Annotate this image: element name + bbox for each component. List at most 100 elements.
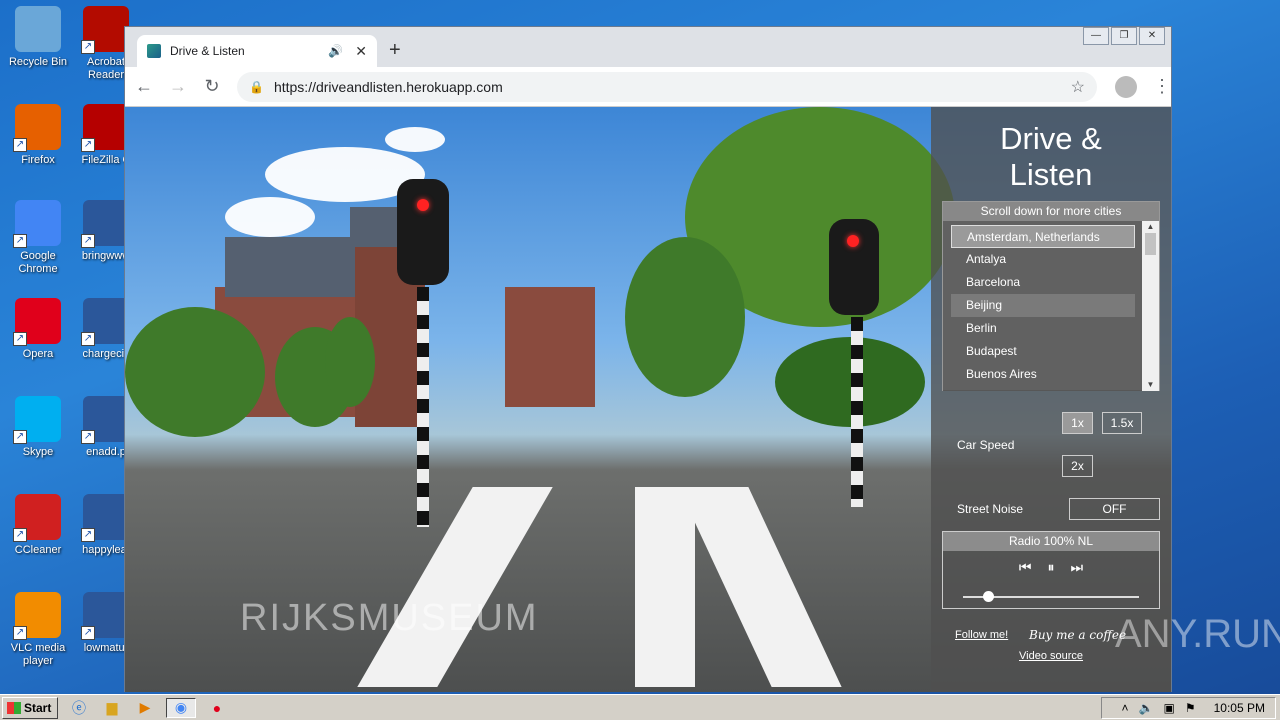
start-button[interactable]: Start [2,696,58,719]
media-player-icon[interactable]: ▶ [133,698,157,718]
follow-link[interactable]: Follow me! [955,629,1008,641]
volume-knob[interactable] [982,591,994,602]
app-icon: ↗ [13,396,61,444]
next-track-icon[interactable]: ⏭ [1071,559,1084,576]
desktop-icon[interactable]: ↗ CCleaner [0,494,76,557]
start-label: Start [24,700,52,715]
radio-player: Radio 100% NL ⏮ ⏸ ⏭ [942,531,1160,609]
radio-station-name: Radio 100% NL [943,532,1159,551]
desktop-icon-label: Google Chrome [18,250,58,275]
ie-icon[interactable]: ⓔ [67,698,91,718]
watermark-logo: ANY.RUN [1115,612,1280,656]
app-icon: ↗ [81,592,129,640]
city-item[interactable]: Berlin [951,317,1135,340]
city-item[interactable]: Barcelona [951,271,1135,294]
tab-close-icon[interactable]: ✕ [355,43,367,60]
city-scrollbar[interactable]: ▲ ▼ [1142,221,1159,391]
forward-icon[interactable]: → [163,76,193,97]
taskbar: Start ⓔ ▆ ▶ ◉ ● ˄ 🔈 ▣ ⚑ 10:05 PM [0,694,1280,720]
control-panel: Drive & Listen Scroll down for more citi… [931,107,1171,692]
city-list[interactable]: Amsterdam, Netherlands Antalya Barcelona Be… [943,221,1143,391]
opera-taskbar-icon[interactable]: ● [205,698,229,718]
tab-drive-and-listen[interactable]: Drive & Listen 🔊 ✕ [137,35,377,67]
desktop-icon[interactable]: ↗ Skype [0,396,76,459]
speed-1x-button[interactable]: 1x [1062,412,1093,434]
shortcut-arrow-icon: ↗ [81,626,95,640]
browser-window: Drive & Listen 🔊 ✕ + — ❐ ✕ ← → ↻ 🔒 https… [124,26,1172,692]
street-noise-label: Street Noise [957,502,1024,516]
app-icon: ↗ [13,494,61,542]
city-item[interactable]: Beijing [951,294,1135,317]
shortcut-arrow-icon: ↗ [13,528,27,542]
tray-expand-icon[interactable]: ˄ [1122,701,1129,715]
volume-tray-icon[interactable]: 🔈 [1139,701,1154,715]
back-icon[interactable]: ← [129,76,159,97]
chrome-taskbar-icon[interactable]: ◉ [166,697,196,718]
desktop-icon[interactable]: ↗ Google Chrome [0,200,76,276]
video-source-link[interactable]: Video source [1019,650,1083,662]
explorer-folder-icon[interactable]: ▆ [100,698,124,718]
city-item[interactable]: Budapest [951,340,1135,363]
app-icon: ↗ [81,200,129,248]
pause-icon[interactable]: ⏸ [1048,559,1055,576]
scroll-thumb[interactable] [1145,233,1156,255]
speed-2x-button[interactable]: 2x [1062,455,1093,477]
lock-icon[interactable]: 🔒 [249,80,264,94]
street-noise-toggle[interactable]: OFF [1069,498,1160,520]
city-item[interactable]: Antalya [951,248,1135,271]
network-tray-icon[interactable]: ▣ [1164,701,1175,715]
bookmark-star-icon[interactable]: ☆ [1071,77,1085,97]
shortcut-arrow-icon: ↗ [13,332,27,346]
shortcut-arrow-icon: ↗ [81,234,95,248]
app-icon: ↗ [13,104,61,152]
title-line-1: Drive & [1000,121,1102,156]
app-icon: ↗ [13,592,61,640]
scroll-up-icon[interactable]: ▲ [1142,222,1159,231]
audio-playing-icon[interactable]: 🔊 [328,44,343,58]
new-tab-button[interactable]: + [389,39,401,62]
shortcut-arrow-icon: ↗ [81,430,95,444]
address-bar[interactable]: 🔒 https://driveandlisten.herokuapp.com ☆ [237,71,1097,102]
city-item[interactable]: Amsterdam, Netherlands [951,225,1135,248]
close-window-button[interactable]: ✕ [1139,27,1165,45]
city-selector[interactable]: Scroll down for more cities Amsterdam, N… [942,201,1160,391]
desktop-icon-label: Recycle Bin [8,56,68,68]
buy-coffee-link[interactable]: Buy me a coffee [1029,628,1126,642]
shortcut-arrow-icon: ↗ [13,138,27,152]
desktop-icon-label: Opera [22,348,54,360]
speed-1-5x-button[interactable]: 1.5x [1102,412,1142,434]
shortcut-arrow-icon: ↗ [81,138,95,152]
car-speed-label: Car Speed [957,438,1015,452]
city-item[interactable]: Buenos Aires [951,363,1135,386]
browser-toolbar: ← → ↻ 🔒 https://driveandlisten.herokuapp… [125,67,1171,107]
system-tray: ˄ 🔈 ▣ ⚑ 10:05 PM [1100,696,1276,719]
shortcut-arrow-icon: ↗ [13,234,27,248]
clock[interactable]: 10:05 PM [1214,701,1265,715]
scroll-down-icon[interactable]: ▼ [1142,380,1159,389]
profile-avatar-icon[interactable] [1115,75,1137,98]
menu-dots-icon[interactable]: ⋮ [1153,76,1171,97]
volume-slider[interactable] [963,591,1139,602]
desktop-icon[interactable]: ↗ VLC media player [0,592,76,668]
reload-icon[interactable]: ↻ [197,76,227,97]
shortcut-arrow-icon: ↗ [81,40,95,54]
restore-button[interactable]: ❐ [1111,27,1137,45]
minimize-button[interactable]: — [1083,27,1109,45]
radio-controls: ⏮ ⏸ ⏭ [943,559,1159,576]
page-content: RIJKSMUSEUM Drive & Listen Scroll down f… [125,107,1171,692]
url-text[interactable]: https://driveandlisten.herokuapp.com [274,79,1071,95]
desktop-icon[interactable]: ↗ Opera [0,298,76,361]
desktop-icon-label: VLC media player [10,642,66,667]
app-icon: ↗ [81,494,129,542]
desktop-icon[interactable]: Recycle Bin [0,6,76,69]
app-icon: ↗ [13,200,61,248]
title-line-2: Listen [1009,157,1093,192]
desktop-icon[interactable]: ↗ Firefox [0,104,76,167]
shortcut-arrow-icon: ↗ [13,626,27,640]
shortcut-arrow-icon: ↗ [13,430,27,444]
desktop-icon-label: CCleaner [14,544,62,556]
city-list-header: Scroll down for more cities [943,202,1159,221]
app-title: Drive & Listen [931,121,1171,193]
previous-track-icon[interactable]: ⏮ [1019,559,1032,576]
flag-tray-icon[interactable]: ⚑ [1185,701,1196,715]
